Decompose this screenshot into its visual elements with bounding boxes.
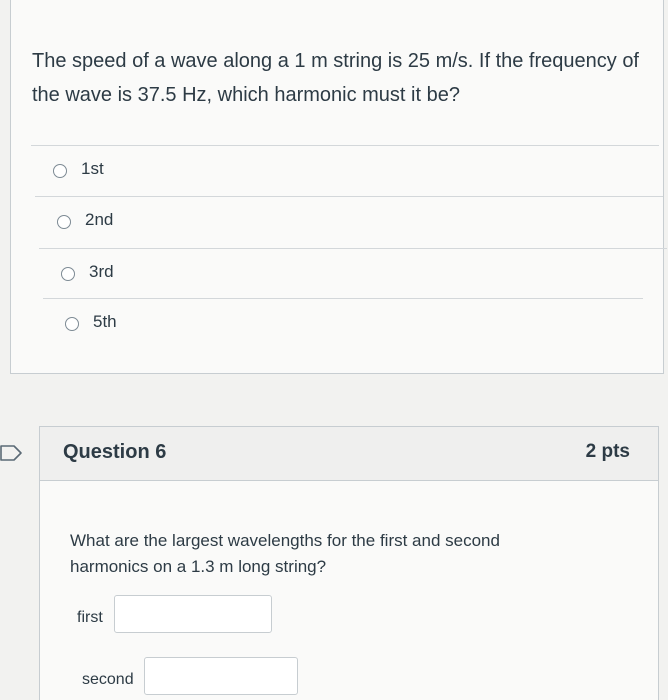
answer-label[interactable]: 2nd xyxy=(85,210,113,230)
question-6-card: Question 6 2 pts What are the largest wa… xyxy=(39,426,659,700)
quiz-page: The speed of a wave along a 1 m string i… xyxy=(0,0,668,700)
second-answer-input[interactable] xyxy=(144,657,298,695)
answer-label[interactable]: 3rd xyxy=(89,262,114,282)
first-answer-input[interactable] xyxy=(114,595,272,633)
question-6-text: What are the largest wavelengths for the… xyxy=(70,531,500,576)
radio-button[interactable] xyxy=(61,267,75,281)
answer-label[interactable]: 1st xyxy=(81,159,104,179)
radio-button[interactable] xyxy=(57,215,71,229)
radio-button[interactable] xyxy=(53,164,67,178)
answer-option-5th[interactable]: 5th xyxy=(43,298,643,348)
question-5-text: The speed of a wave along a 1 m string i… xyxy=(32,50,639,106)
radio-button[interactable] xyxy=(65,317,79,331)
question-6-header: Question 6 2 pts xyxy=(40,427,658,481)
answer-option-2nd[interactable]: 2nd xyxy=(35,196,663,246)
answer-option-3rd[interactable]: 3rd xyxy=(39,248,667,298)
first-field-label: first xyxy=(77,609,103,626)
second-field-label: second xyxy=(82,671,134,688)
flag-icon[interactable] xyxy=(0,444,24,462)
answer-label[interactable]: 5th xyxy=(93,312,117,332)
question-title: Question 6 xyxy=(63,441,167,463)
question-5-card: The speed of a wave along a 1 m string i… xyxy=(10,0,667,374)
answer-option-1st[interactable]: 1st xyxy=(31,145,659,195)
question-points: 2 pts xyxy=(585,441,630,462)
